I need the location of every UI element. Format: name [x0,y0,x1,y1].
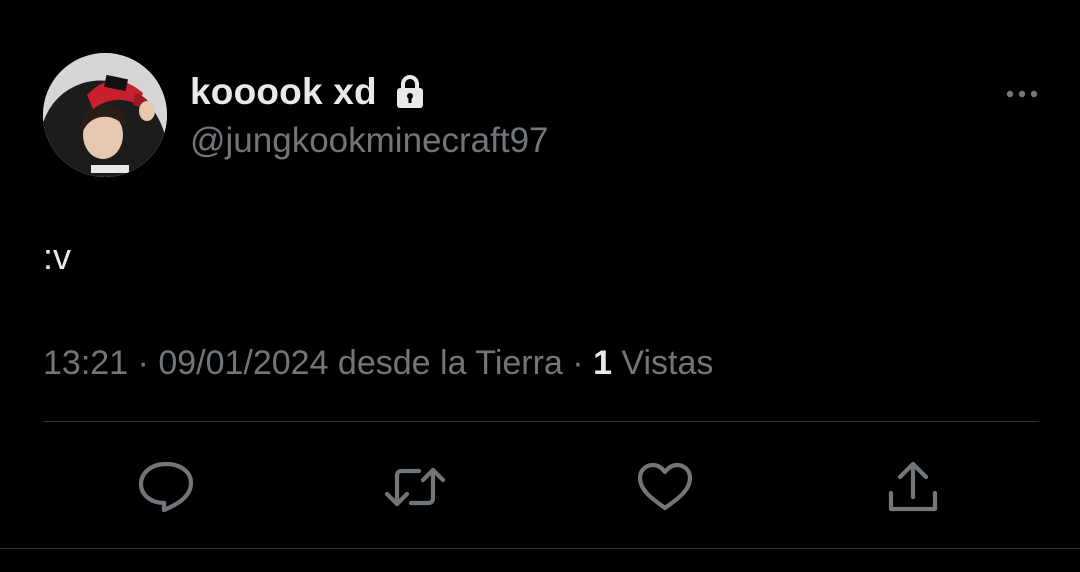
share-button[interactable] [878,452,948,522]
profile-photo-icon [43,53,167,177]
divider [0,548,1080,549]
views-count[interactable]: 1 [593,344,612,382]
share-icon [888,461,938,512]
action-bar [0,452,1080,522]
reply-button[interactable] [131,452,201,522]
divider [43,421,1039,422]
tweet-metadata: 13:21 · 09/01/2024 desde la Tierra · 1 V… [43,344,713,383]
tweet-detail: kooook xd @jungkookminecraft97 :v 13:21 … [0,0,1080,572]
lock-icon [395,74,425,110]
user-handle[interactable]: @jungkookminecraft97 [190,121,549,161]
tweet-source: desde la Tierra [328,344,563,382]
heart-icon [637,462,693,511]
like-button[interactable] [630,452,700,522]
author-name-row: kooook xd [190,68,425,116]
retweet-icon [384,467,446,507]
avatar[interactable] [43,53,167,177]
meta-separator: · [562,344,594,382]
tweet-time[interactable]: 13:21 [43,344,128,382]
more-options-icon[interactable] [1000,80,1044,108]
tweet-text: :v [43,236,72,277]
meta-separator: · [128,344,159,382]
display-name[interactable]: kooook xd [190,71,377,113]
retweet-button[interactable] [380,452,450,522]
tweet-date[interactable]: 09/01/2024 [158,344,328,382]
views-label[interactable]: Vistas [612,344,713,382]
comment-icon [138,461,194,513]
